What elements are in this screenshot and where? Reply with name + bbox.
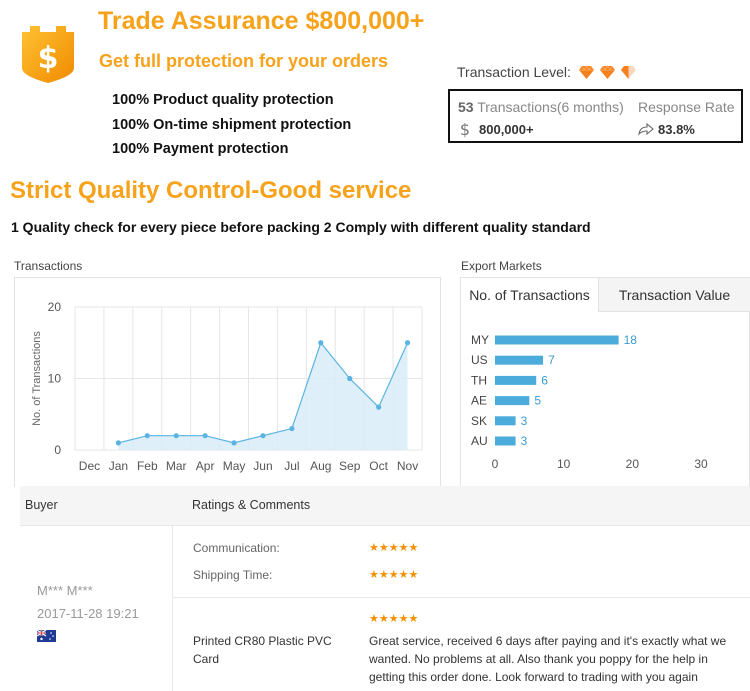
market-value-label: 3: [521, 414, 528, 428]
market-bar: [495, 416, 516, 426]
transactions-point: [173, 433, 179, 439]
row-divider: [173, 597, 750, 598]
column-divider: [172, 526, 173, 691]
transactions-point: [115, 440, 121, 446]
market-bar: [495, 335, 619, 345]
export-markets-bar-chart: MY 18US 7TH 6AE 5SK 3AU 30 10 20 30: [471, 333, 708, 471]
transactions-chart-panel: 0 10 20 No. of Transactions Dec Jan Feb Mar Apr M…: [14, 277, 441, 487]
x-tick-label: Jan: [109, 459, 128, 473]
y-axis-label: No. of Transactions: [31, 331, 43, 426]
svg-text:$: $: [460, 120, 470, 138]
y-tick-label: 20: [48, 300, 62, 314]
dollar-icon: $: [460, 120, 470, 138]
communication-stars: ★★★★★: [369, 542, 419, 554]
transactions-area-chart: 0 10 20 No. of Transactions Dec Jan Feb Mar Apr M…: [31, 300, 423, 473]
transactions-count-label: Transactions(6 months): [477, 99, 624, 115]
export-markets-section-label: Export Markets: [461, 259, 542, 273]
transactions-point: [260, 433, 266, 439]
tab-transaction-value[interactable]: Transaction Value: [598, 278, 750, 312]
communication-label: Communication:: [193, 541, 280, 555]
x-tick-label: Mar: [166, 459, 187, 473]
transactions-point: [202, 433, 208, 439]
market-label: AU: [471, 434, 488, 448]
reply-arrow-icon: [638, 122, 654, 136]
half-diamond-icon: [621, 66, 636, 79]
protection-item-shipment: 100% On-time shipment protection: [112, 117, 352, 133]
transactions-stat: 53 Transactions(6 months): [458, 99, 624, 115]
market-label: TH: [471, 373, 487, 387]
trade-assurance-subtitle: Get full protection for your orders: [99, 51, 389, 71]
x-tick-label: 0: [492, 457, 499, 471]
transaction-level-label: Transaction Level:: [457, 64, 571, 80]
market-value-label: 6: [541, 373, 548, 387]
x-tick-label: Nov: [397, 459, 418, 473]
transaction-stats-box: 53 Transactions(6 months) Response Rate …: [448, 89, 743, 143]
product-name[interactable]: Printed CR80 Plastic PVC Card: [193, 632, 343, 668]
x-tick-label: 30: [694, 457, 708, 471]
buyer-column-header: Buyer: [25, 498, 58, 512]
market-bar: [495, 396, 530, 406]
market-label: US: [471, 353, 488, 367]
transactions-point: [289, 425, 295, 432]
market-value-label: 18: [624, 333, 638, 347]
review-comment: Great service, received 6 days after pay…: [369, 634, 727, 684]
x-tick-label: Jul: [284, 459, 299, 473]
transactions-point: [347, 375, 353, 382]
market-bar: [495, 355, 544, 365]
x-tick-label: Oct: [369, 459, 388, 473]
x-tick-label: Feb: [137, 459, 158, 473]
trade-assurance-shield-icon: $: [22, 26, 74, 83]
y-tick-label: 10: [48, 372, 62, 386]
australia-flag-icon: [37, 630, 56, 642]
market-value-label: 7: [548, 353, 555, 367]
trade-assurance-title: Trade Assurance $800,000+: [98, 7, 425, 35]
market-label: MY: [471, 333, 489, 347]
reviews-table-header: Buyer Ratings & Comments: [20, 486, 750, 526]
transactions-point: [231, 440, 237, 446]
x-tick-label: Aug: [310, 459, 331, 473]
x-tick-label: Sep: [339, 459, 361, 473]
market-label: SK: [471, 414, 487, 428]
transactions-point: [318, 340, 324, 346]
quality-description: 1 Quality check for every piece before p…: [11, 219, 591, 235]
shipping-time-label: Shipping Time:: [193, 568, 273, 582]
shipping-time-stars: ★★★★★: [369, 569, 419, 581]
transactions-point: [144, 433, 150, 439]
market-bar: [495, 375, 537, 385]
x-tick-label: 10: [557, 457, 571, 471]
quality-heading: Strict Quality Control-Good service: [10, 177, 412, 204]
protection-item-quality: 100% Product quality protection: [112, 92, 334, 108]
overall-rating-stars: ★★★★★: [369, 613, 419, 625]
x-tick-label: Apr: [196, 459, 215, 473]
transactions-point: [376, 404, 382, 410]
response-rate-value: 83.8%: [658, 122, 695, 137]
transactions-point: [404, 340, 411, 346]
ratings-column-header: Ratings & Comments: [192, 498, 311, 512]
diamond-icon: [579, 65, 594, 79]
export-markets-panel: No. of Transactions Transaction Value MY…: [460, 277, 750, 487]
market-bar: [495, 436, 516, 446]
x-tick-label: Jun: [253, 459, 272, 473]
transaction-value: 800,000+: [479, 122, 534, 137]
tab-no-of-transactions[interactable]: No. of Transactions: [461, 278, 598, 312]
buyer-name: M*** M***: [37, 583, 93, 598]
transactions-section-label: Transactions: [14, 259, 83, 273]
review-date: 2017-11-28 19:21: [37, 606, 139, 621]
market-value-label: 5: [534, 394, 541, 408]
response-rate-label: Response Rate: [638, 99, 735, 115]
x-tick-label: Dec: [79, 459, 100, 473]
protection-item-payment: 100% Payment protection: [112, 141, 289, 157]
y-tick-label: 0: [54, 443, 61, 457]
market-value-label: 3: [521, 434, 528, 448]
x-tick-label: May: [223, 459, 246, 473]
diamond-icon: [600, 65, 615, 79]
svg-text:$: $: [38, 41, 59, 76]
market-label: AE: [471, 394, 487, 408]
transactions-count: 53: [458, 99, 474, 115]
x-tick-label: 20: [626, 457, 640, 471]
